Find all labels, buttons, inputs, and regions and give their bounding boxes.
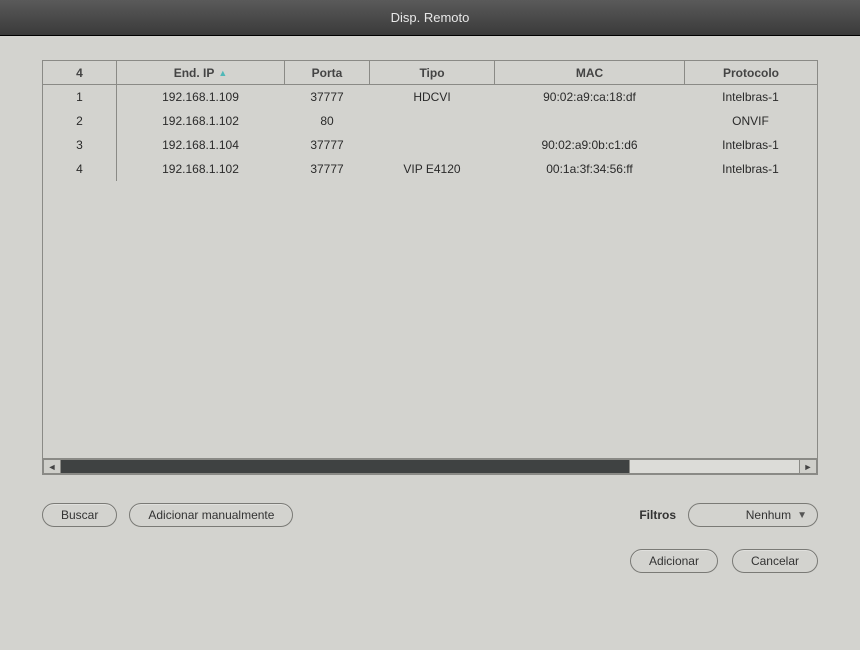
controls-row: Buscar Adicionar manualmente Filtros Nen… bbox=[42, 503, 818, 527]
scroll-left-button[interactable]: ◄ bbox=[43, 459, 61, 474]
cell-mac: 90:02:a9:ca:18:df bbox=[495, 85, 685, 109]
cell-ip: 192.168.1.104 bbox=[117, 133, 285, 157]
cell-index: 1 bbox=[43, 85, 117, 109]
search-button[interactable]: Buscar bbox=[42, 503, 117, 527]
cell-port: 80 bbox=[285, 109, 370, 133]
column-header-type[interactable]: Tipo bbox=[370, 61, 495, 84]
table-row[interactable]: 2192.168.1.10280 ONVIF bbox=[43, 109, 817, 133]
table-header-row: 4 End. IP ▲ Porta Tipo MAC Protocolo bbox=[43, 61, 817, 85]
window-title: Disp. Remoto bbox=[391, 10, 470, 25]
cell-type: VIP E4120 bbox=[370, 157, 495, 181]
column-header-protocol[interactable]: Protocolo bbox=[685, 61, 817, 84]
cell-index: 3 bbox=[43, 133, 117, 157]
action-row: Adicionar Cancelar bbox=[42, 549, 818, 573]
cell-type bbox=[370, 133, 495, 157]
column-header-port[interactable]: Porta bbox=[285, 61, 370, 84]
scroll-right-button[interactable]: ► bbox=[799, 459, 817, 474]
device-table: 4 End. IP ▲ Porta Tipo MAC Protocolo 119… bbox=[42, 60, 818, 475]
cell-protocol: Intelbras-1 bbox=[685, 157, 817, 181]
cell-ip: 192.168.1.102 bbox=[117, 109, 285, 133]
cell-mac: 90:02:a9:0b:c1:d6 bbox=[495, 133, 685, 157]
content-area: 4 End. IP ▲ Porta Tipo MAC Protocolo 119… bbox=[0, 36, 860, 593]
cell-port: 37777 bbox=[285, 157, 370, 181]
table-body: 1192.168.1.10937777HDCVI90:02:a9:ca:18:d… bbox=[43, 85, 817, 458]
cell-type bbox=[370, 109, 495, 133]
cell-protocol: ONVIF bbox=[685, 109, 817, 133]
column-header-mac[interactable]: MAC bbox=[495, 61, 685, 84]
table-row[interactable]: 4192.168.1.10237777VIP E412000:1a:3f:34:… bbox=[43, 157, 817, 181]
cell-protocol: Intelbras-1 bbox=[685, 133, 817, 157]
cell-ip: 192.168.1.109 bbox=[117, 85, 285, 109]
cell-index: 2 bbox=[43, 109, 117, 133]
cell-mac: 00:1a:3f:34:56:ff bbox=[495, 157, 685, 181]
titlebar: Disp. Remoto bbox=[0, 0, 860, 36]
add-button[interactable]: Adicionar bbox=[630, 549, 718, 573]
scroll-thumb[interactable] bbox=[629, 460, 799, 473]
scroll-track[interactable] bbox=[61, 459, 799, 474]
cancel-button[interactable]: Cancelar bbox=[732, 549, 818, 573]
cell-protocol: Intelbras-1 bbox=[685, 85, 817, 109]
chevron-down-icon: ▼ bbox=[797, 510, 807, 521]
filters-selected-value: Nenhum bbox=[746, 508, 791, 522]
sort-ascending-icon: ▲ bbox=[218, 68, 227, 78]
filters-group: Filtros Nenhum ▼ bbox=[639, 503, 818, 527]
filters-label: Filtros bbox=[639, 508, 676, 522]
filters-dropdown[interactable]: Nenhum ▼ bbox=[688, 503, 818, 527]
table-row[interactable]: 1192.168.1.10937777HDCVI90:02:a9:ca:18:d… bbox=[43, 85, 817, 109]
cell-index: 4 bbox=[43, 157, 117, 181]
cell-port: 37777 bbox=[285, 133, 370, 157]
column-header-count[interactable]: 4 bbox=[43, 61, 117, 84]
table-row[interactable]: 3192.168.1.10437777 90:02:a9:0b:c1:d6Inte… bbox=[43, 133, 817, 157]
add-manually-button[interactable]: Adicionar manualmente bbox=[129, 503, 293, 527]
cell-port: 37777 bbox=[285, 85, 370, 109]
cell-type: HDCVI bbox=[370, 85, 495, 109]
horizontal-scrollbar[interactable]: ◄ ► bbox=[43, 458, 817, 474]
cell-mac bbox=[495, 109, 685, 133]
cell-ip: 192.168.1.102 bbox=[117, 157, 285, 181]
column-header-ip[interactable]: End. IP ▲ bbox=[117, 61, 285, 84]
